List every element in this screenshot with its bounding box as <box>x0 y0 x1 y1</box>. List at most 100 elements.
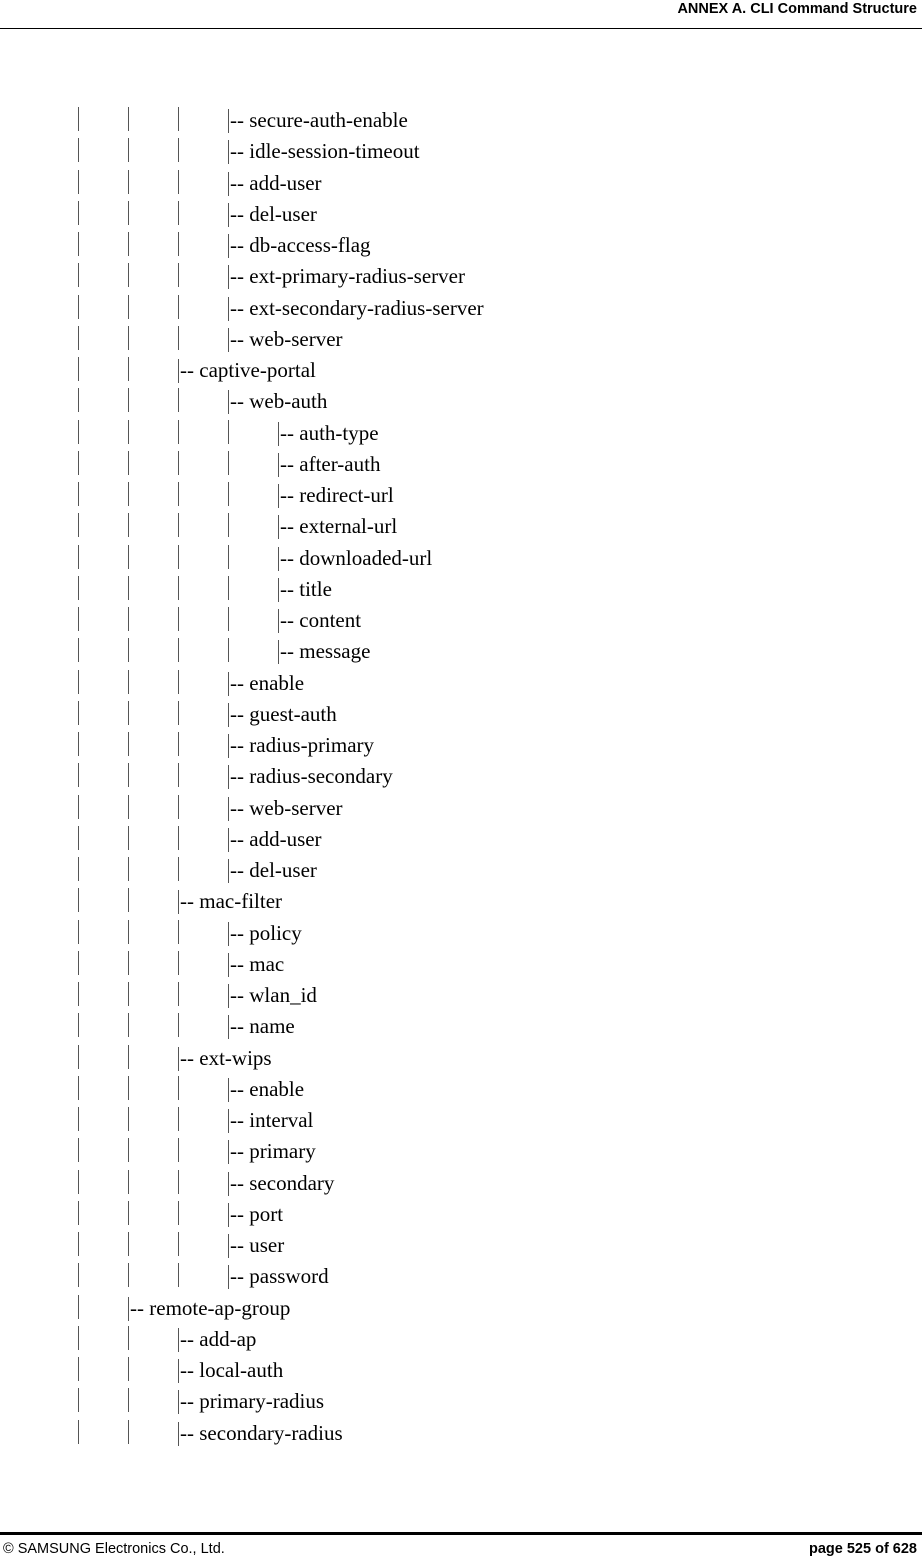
tree-guide-pipe <box>128 138 129 163</box>
command-label: primary <box>249 1139 316 1164</box>
command-label: name <box>249 1014 295 1039</box>
tree-connector: -- <box>230 1076 250 1101</box>
command-label: idle-session-timeout <box>249 139 420 164</box>
tree-line: -- add-user <box>0 168 922 199</box>
tree-branch: -- del-user <box>228 199 317 230</box>
tree-branch: -- title <box>278 574 332 605</box>
tree-connector: -- <box>280 451 300 476</box>
page-footer: © SAMSUNG Electronics Co., Ltd. page 525… <box>0 1532 922 1557</box>
tree-branch-pipe <box>178 890 179 915</box>
tree-branch-pipe <box>228 140 229 165</box>
tree-line: -- port <box>0 1199 922 1230</box>
tree-branch-pipe <box>228 796 229 821</box>
tree-branch-pipe <box>178 359 179 383</box>
tree-line: -- policy <box>0 918 922 949</box>
command-label: port <box>249 1201 284 1226</box>
command-label: ext-primary-radius-server <box>249 264 465 289</box>
tree-connector: -- <box>230 826 250 851</box>
tree-branch-pipe <box>278 609 279 633</box>
tree-branch-pipe <box>228 327 229 352</box>
tree-guide-pipe <box>128 263 129 288</box>
tree-guide-pipe <box>78 513 79 538</box>
tree-guide-pipe <box>178 982 179 1006</box>
tree-branch: -- db-access-flag <box>228 230 371 261</box>
tree-guide-pipe <box>178 857 179 881</box>
tree-line: -- redirect-url <box>0 480 922 511</box>
tree-guide-pipe <box>78 200 79 225</box>
tree-guide-pipe <box>128 169 129 194</box>
tree-guide-pipe <box>78 857 79 881</box>
tree-connector: -- <box>280 483 300 507</box>
tree-guide-pipe <box>128 638 129 663</box>
tree-guide-pipe <box>78 794 79 819</box>
tree-guide-pipe <box>78 325 79 350</box>
tree-guide-pipe <box>178 919 179 944</box>
tree-guide-pipe <box>78 1263 79 1288</box>
tree-guide-pipe <box>128 294 129 319</box>
tree-guide-pipe <box>78 950 79 975</box>
tree-branch-pipe <box>228 671 229 696</box>
command-label: mac <box>249 951 285 976</box>
tree-guide-pipe <box>78 700 79 725</box>
tree-guide-pipe <box>128 1044 129 1069</box>
tree-branch-pipe <box>228 984 229 1008</box>
tree-branch: -- idle-session-timeout <box>228 136 420 167</box>
tree-line: -- content <box>0 605 922 636</box>
tree-guide-pipe <box>178 950 179 975</box>
tree-guide-pipe <box>178 169 179 194</box>
command-label: radius-primary <box>249 733 375 757</box>
tree-guide-pipe <box>128 763 129 788</box>
tree-guide-pipe <box>78 544 79 569</box>
tree-connector: -- <box>230 1170 250 1195</box>
tree-guide-pipe <box>178 482 179 506</box>
command-label: secondary-radius <box>199 1420 343 1445</box>
tree-guide-pipe <box>78 1357 79 1381</box>
tree-guide-pipe <box>128 1200 129 1225</box>
page-number: page 525 of 628 <box>809 1541 917 1557</box>
tree-guide-pipe <box>78 607 79 631</box>
tree-guide-pipe <box>128 1357 129 1381</box>
command-label: add-ap <box>199 1326 257 1351</box>
tree-guide-pipe <box>128 419 129 444</box>
command-label: web-server <box>249 795 343 820</box>
tree-guide-pipe <box>78 1200 79 1225</box>
tree-guide-pipe <box>128 700 129 725</box>
tree-connector: -- <box>230 1264 250 1289</box>
tree-line: -- auth-type <box>0 418 922 449</box>
tree-guide-pipe <box>128 232 129 256</box>
tree-guide-pipe <box>78 888 79 913</box>
tree-branch-pipe <box>128 1296 129 1321</box>
tree-connector: -- <box>230 139 250 164</box>
tree-branch: -- interval <box>228 1105 313 1136</box>
tree-guide-pipe <box>128 544 129 569</box>
tree-branch-pipe <box>178 1390 179 1415</box>
tree-connector: -- <box>180 1389 200 1414</box>
tree-guide-pipe <box>78 419 79 444</box>
command-label: enable <box>249 1076 305 1101</box>
tree-connector: -- <box>230 764 250 789</box>
tree-branch-pipe <box>228 234 229 258</box>
tree-line: -- del-user <box>0 855 922 886</box>
tree-guide-pipe <box>128 1169 129 1194</box>
tree-guide-pipe <box>178 732 179 756</box>
tree-guide-pipe <box>228 419 229 444</box>
tree-guide-pipe <box>78 169 79 194</box>
tree-line: -- primary <box>0 1136 922 1167</box>
command-label: web-server <box>249 326 343 351</box>
command-label: primary-radius <box>199 1389 325 1414</box>
tree-guide-pipe <box>228 575 229 600</box>
tree-connector: -- <box>180 358 200 382</box>
tree-connector: -- <box>230 983 250 1007</box>
tree-connector: -- <box>230 920 250 945</box>
tree-connector: -- <box>230 201 250 226</box>
tree-guide-pipe <box>128 513 129 538</box>
command-label: mac-filter <box>199 889 283 914</box>
tree-guide-pipe <box>78 825 79 850</box>
page-header: ANNEX A. CLI Command Structure <box>0 0 922 29</box>
tree-guide-pipe <box>78 1107 79 1131</box>
tree-connector: -- <box>230 264 250 289</box>
tree-branch-pipe <box>228 109 229 133</box>
command-label: ext-wips <box>199 1045 272 1070</box>
tree-connector: -- <box>230 108 250 132</box>
tree-branch-pipe <box>278 484 279 508</box>
